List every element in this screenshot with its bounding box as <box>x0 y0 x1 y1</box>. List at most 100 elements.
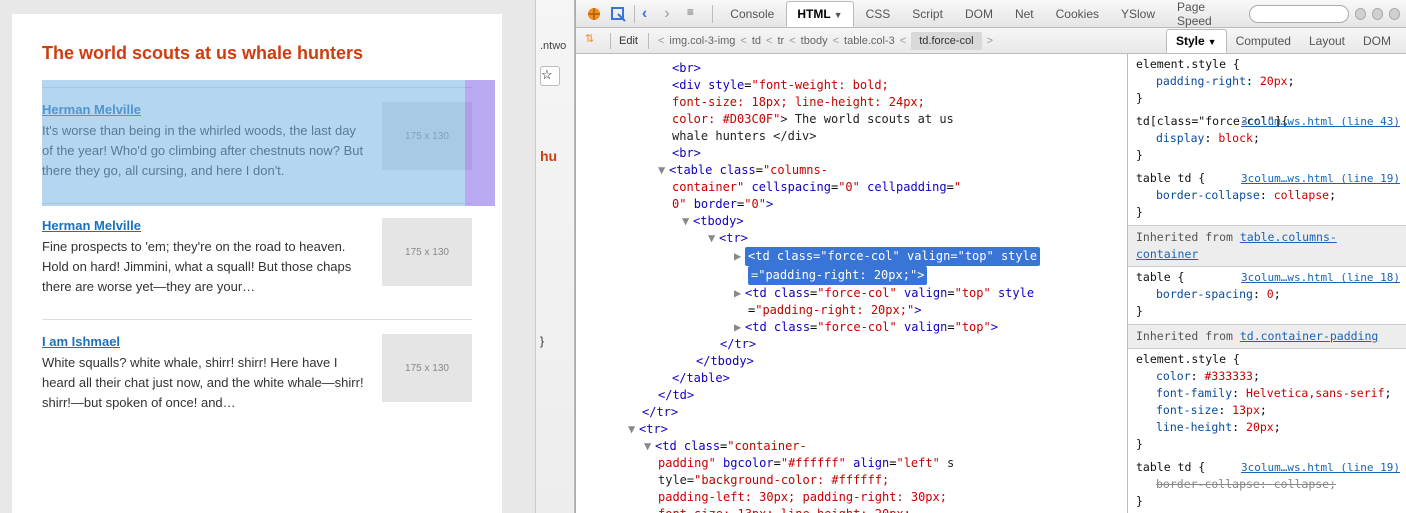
css-decl[interactable]: border-collapse: collapse; <box>1136 187 1398 204</box>
chevron-right-icon[interactable]: > <box>987 35 993 47</box>
collapse-toggle[interactable]: ▶ <box>734 285 745 302</box>
tab-css[interactable]: CSS <box>856 2 901 26</box>
dom-attr[interactable]: border <box>694 197 737 211</box>
dom-val[interactable]: "columns- <box>763 163 828 177</box>
dom-node[interactable]: <tr> <box>639 422 668 436</box>
inspect-icon[interactable] <box>609 5 627 23</box>
css-rule[interactable]: element.style { color: #333333; font-fam… <box>1128 349 1406 457</box>
inherit-link[interactable]: td.container-padding <box>1240 329 1378 343</box>
dom-val[interactable]: "top" <box>955 286 991 300</box>
dom-node[interactable]: <br> <box>672 146 701 160</box>
dom-node[interactable]: <td <box>655 439 677 453</box>
css-decl[interactable]: display: block; <box>1136 130 1398 147</box>
style-tab-style[interactable]: Style▼ <box>1166 29 1227 53</box>
dom-val[interactable]: "0" <box>838 180 860 194</box>
tab-console[interactable]: Console <box>720 2 784 26</box>
dom-val[interactable]: padding" <box>658 456 716 470</box>
dom-text[interactable]: tyle= <box>658 473 694 487</box>
collapse-toggle[interactable]: ▼ <box>708 230 719 247</box>
article-link[interactable]: I am Ishmael <box>42 334 120 349</box>
dom-val[interactable]: "container- <box>727 439 806 453</box>
lines-icon[interactable]: ≡ <box>687 5 703 23</box>
dom-attr[interactable]: cellspacing <box>751 180 830 194</box>
dom-val[interactable]: "background-color: #ffffff; <box>694 473 889 487</box>
dom-text[interactable]: s <box>940 456 954 470</box>
style-tab-computed[interactable]: Computed <box>1227 30 1300 52</box>
edit-button[interactable]: Edit <box>619 35 638 47</box>
style-rules[interactable]: element.style { padding-right: 20px; } 3… <box>1128 54 1406 513</box>
breadcrumb-item-current[interactable]: td.force-col <box>911 32 981 50</box>
article-link[interactable]: Herman Melville <box>42 102 141 117</box>
css-decl[interactable]: line-height: 20px; <box>1136 419 1398 436</box>
dom-attr[interactable]: bgcolor <box>723 456 774 470</box>
tab-script[interactable]: Script <box>902 2 953 26</box>
dom-val[interactable]: color: #D03C0F" <box>672 112 780 126</box>
selected-node[interactable]: ="padding-right: 20px;"> <box>748 266 927 285</box>
css-rule[interactable]: 3colum…ws.html (line 18) table { border-… <box>1128 267 1406 324</box>
forward-icon[interactable]: › <box>664 5 680 23</box>
dom-attr[interactable]: class <box>774 320 810 334</box>
css-decl[interactable]: padding-right: 20px; <box>1136 73 1398 90</box>
dom-val[interactable]: " <box>954 180 961 194</box>
dom-node[interactable]: > <box>991 320 998 334</box>
breadcrumb-item[interactable]: img.col-3-img <box>669 35 735 47</box>
dom-val[interactable]: "0" <box>744 197 766 211</box>
breadcrumb-item[interactable]: tbody <box>801 35 828 47</box>
collapse-toggle[interactable]: ▼ <box>628 421 639 438</box>
dom-val[interactable]: "font-weight: bold; <box>752 78 889 92</box>
collapse-toggle[interactable]: ▶ <box>734 319 745 336</box>
css-rule[interactable]: 3colum…ws.html (line 19) table td { bord… <box>1128 168 1406 225</box>
dom-attr[interactable]: align <box>853 456 889 470</box>
tab-net[interactable]: Net <box>1005 2 1044 26</box>
css-decl-overridden[interactable]: border-collapse: collapse; <box>1136 476 1398 493</box>
dom-node[interactable]: </tr> <box>642 405 678 419</box>
dom-text[interactable]: whale hunters </div> <box>672 129 817 143</box>
css-decl[interactable]: font-family: Helvetica,sans-serif; <box>1136 385 1398 402</box>
collapse-toggle[interactable]: ▼ <box>658 162 669 179</box>
dom-text[interactable]: > The world scouts at us <box>780 112 953 126</box>
dom-node[interactable]: <tr> <box>719 231 748 245</box>
chevron-left-icon[interactable]: < <box>658 35 664 47</box>
dom-node[interactable]: > <box>914 303 921 317</box>
dom-val[interactable]: "top" <box>955 320 991 334</box>
article-link[interactable]: Herman Melville <box>42 218 141 233</box>
dom-val[interactable]: "left" <box>896 456 939 470</box>
dom-attr[interactable]: style <box>998 286 1034 300</box>
tab-cookies[interactable]: Cookies <box>1046 2 1109 26</box>
dom-node[interactable]: > <box>766 197 773 211</box>
dom-val[interactable]: 0" <box>672 197 686 211</box>
css-rule[interactable]: element.style { padding-right: 20px; } <box>1128 54 1406 111</box>
tab-html[interactable]: HTML▼ <box>786 1 853 27</box>
css-decl[interactable]: font-size: 13px; <box>1136 402 1398 419</box>
detach-icon[interactable] <box>1372 8 1383 20</box>
dom-node[interactable]: <td <box>745 320 767 334</box>
dom-attr[interactable]: class <box>684 439 720 453</box>
breadcrumb-item[interactable]: table.col-3 <box>844 35 895 47</box>
dom-attr[interactable]: class <box>774 286 810 300</box>
breadcrumb-item[interactable]: tr <box>777 35 784 47</box>
css-rule[interactable]: 3colum…ws.html (line 19) table td { bord… <box>1128 457 1406 513</box>
dom-val[interactable]: padding-left: 30px; padding-right: 30px; <box>658 490 947 504</box>
dom-val[interactable]: font-size: 18px; line-height: 24px; <box>672 95 925 109</box>
tab-dom[interactable]: DOM <box>955 2 1003 26</box>
toggle-icon[interactable]: ⇅ <box>585 32 603 50</box>
close-icon[interactable] <box>1389 8 1400 20</box>
style-tab-layout[interactable]: Layout <box>1300 30 1354 52</box>
collapse-toggle[interactable]: ▼ <box>682 213 693 230</box>
source-link[interactable]: 3colum…ws.html (line 19) <box>1241 459 1400 476</box>
css-decl[interactable]: color: #333333; <box>1136 368 1398 385</box>
css-rule[interactable]: 3colum…ws.html (line 43) td[class="force… <box>1128 111 1406 168</box>
dom-node[interactable]: </table> <box>672 371 730 385</box>
bookmark-star-icon[interactable]: ☆ <box>540 66 560 86</box>
css-selector[interactable]: element.style { <box>1136 351 1398 368</box>
selected-node[interactable]: <td class="force-col" valign="top" style <box>745 247 1040 266</box>
dom-node[interactable]: <tbody> <box>693 214 744 228</box>
tab-yslow[interactable]: YSlow <box>1111 2 1165 26</box>
minimize-icon[interactable] <box>1355 8 1366 20</box>
css-decl[interactable]: border-spacing: 0; <box>1136 286 1398 303</box>
dom-val[interactable]: "force-col" <box>817 320 896 334</box>
back-icon[interactable]: ‹ <box>642 5 658 23</box>
dom-node[interactable]: </td> <box>658 388 694 402</box>
dom-node[interactable]: <div <box>672 78 701 92</box>
dom-attr[interactable]: valign <box>904 320 947 334</box>
